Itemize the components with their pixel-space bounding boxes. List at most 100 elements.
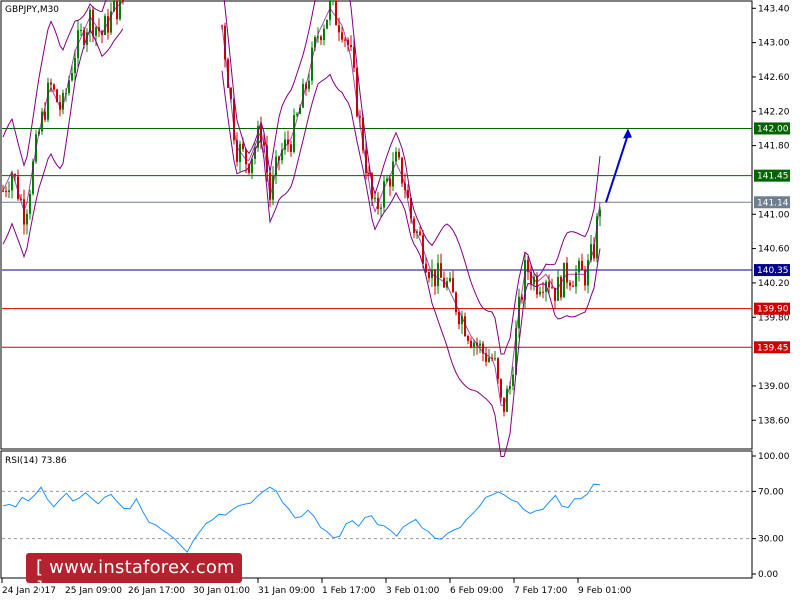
candle-body <box>29 193 31 214</box>
x-tick-label: 9 Feb 01:00 <box>578 586 632 596</box>
y-tick-label: 143.40 <box>758 4 790 14</box>
candle-body <box>578 260 580 273</box>
candle-body <box>563 262 565 298</box>
main-pane-frame <box>0 0 753 450</box>
candle-body <box>335 0 337 26</box>
candle-body <box>47 82 49 120</box>
candle-body <box>332 0 334 2</box>
candle-body <box>587 260 589 286</box>
rsi-tick-label: 0.00 <box>758 570 778 580</box>
candle-body <box>488 357 490 362</box>
candle-body <box>497 358 499 380</box>
candle-body <box>104 16 106 35</box>
candle-body <box>290 144 292 152</box>
candle-body <box>293 115 295 152</box>
y-tick-label: 141.00 <box>758 210 790 220</box>
candle-body <box>434 269 436 287</box>
candle-body <box>458 312 460 325</box>
candle-body <box>392 161 394 187</box>
main-chart-title: GBPJPY,M30 <box>5 5 59 15</box>
candle-body <box>14 174 16 177</box>
candle-body <box>320 36 322 41</box>
rsi-tick-label: 70.00 <box>758 487 784 497</box>
candle-body <box>398 151 400 158</box>
candle-body <box>548 281 550 288</box>
candle-body <box>380 207 382 209</box>
candle-body <box>449 278 451 282</box>
y-tick-label: 138.60 <box>758 416 790 426</box>
candle-body <box>341 32 343 40</box>
y-tick-label: 143.00 <box>758 39 790 49</box>
level-tag-label: 141.45 <box>757 172 789 182</box>
candle-body <box>395 151 397 162</box>
x-tick-label: 1 Feb 17:00 <box>322 586 376 596</box>
candle-body <box>467 336 469 341</box>
candle-body <box>560 277 562 298</box>
candles-group <box>2 0 601 417</box>
candle-body <box>71 72 73 81</box>
y-tick-label: 142.60 <box>758 73 790 83</box>
candle-body <box>350 45 352 48</box>
candle-body <box>50 82 52 85</box>
level-tag-label: 139.90 <box>757 305 789 315</box>
rsi-tick-label: 100.00 <box>758 452 790 462</box>
main-plot-area <box>2 0 752 457</box>
candle-body <box>338 25 340 33</box>
x-tick-label: 31 Jan 09:00 <box>258 586 315 596</box>
candle-body <box>353 47 355 68</box>
candle-body <box>542 291 544 293</box>
rsi-title: RSI(14) 73.86 <box>5 456 67 466</box>
candle-body <box>374 197 376 199</box>
candle-body <box>536 276 538 295</box>
watermark-text: [ www.instaforex.com ] <box>36 557 235 599</box>
candle-body <box>308 80 310 89</box>
y-tick-label: 142.20 <box>758 107 790 117</box>
candle-body <box>368 173 370 175</box>
candle-body <box>5 190 7 192</box>
middle-band <box>2 1 601 406</box>
rsi-tick-label: 30.00 <box>758 535 784 545</box>
rsi-line <box>2 483 601 554</box>
candle-body <box>539 291 541 295</box>
candle-body <box>389 178 391 187</box>
candle-body <box>11 174 13 191</box>
watermark-banner: [ www.instaforex.com ] <box>26 553 242 599</box>
candle-body <box>44 111 46 120</box>
x-tick-label: 7 Feb 17:00 <box>514 586 568 596</box>
candle-body <box>323 28 325 41</box>
price-chart: GBPJPY,M30 RSI(14) 73.86 143.40 143.00 142… <box>0 0 790 596</box>
upper-band <box>2 0 601 355</box>
candle-body <box>494 358 496 360</box>
candle-body <box>419 231 421 236</box>
candle-body <box>245 149 247 165</box>
candle-body <box>479 343 481 346</box>
y-tick-label: 141.80 <box>758 142 790 152</box>
candle-body <box>473 342 475 348</box>
candle-body <box>572 285 574 287</box>
y-tick-label: 140.60 <box>758 245 790 255</box>
candle-body <box>344 39 346 41</box>
candle-body <box>53 84 55 90</box>
candle-body <box>383 181 385 208</box>
candle-body <box>8 190 10 192</box>
candle-body <box>326 19 328 29</box>
y-tick-label: 140.20 <box>758 279 790 289</box>
x-tick-label: 3 Feb 01:00 <box>386 586 440 596</box>
candle-body <box>26 213 28 225</box>
level-tag-label: 139.45 <box>757 343 789 353</box>
candle-body <box>74 58 76 73</box>
level-tag-label: 142.00 <box>757 124 789 134</box>
candle-body <box>500 379 502 398</box>
candle-body <box>425 263 427 273</box>
candle-body <box>569 282 571 286</box>
candle-body <box>452 278 454 293</box>
x-tick-label: 6 Feb 09:00 <box>450 586 504 596</box>
forecast-arrow-line <box>605 134 629 203</box>
candle-body <box>512 374 514 387</box>
candle-body <box>566 262 568 283</box>
rsi-plot-area <box>2 483 752 554</box>
y-tick-label: 139.80 <box>758 313 790 323</box>
y-tick-label: 139.00 <box>758 382 790 392</box>
candle-body <box>242 144 244 150</box>
candle-body <box>551 287 553 289</box>
